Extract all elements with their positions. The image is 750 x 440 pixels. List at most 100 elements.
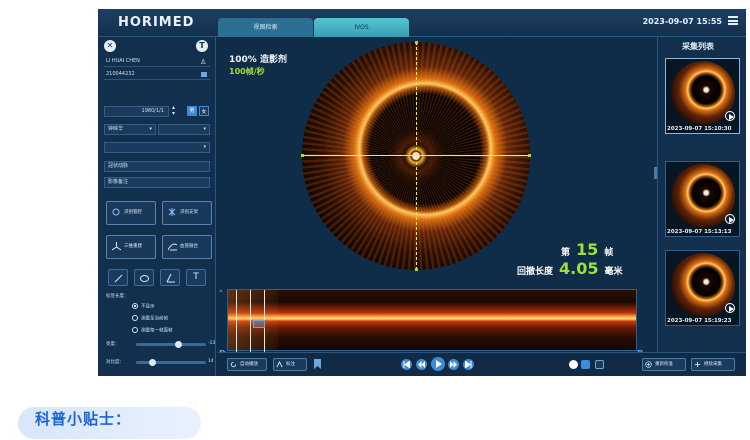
patient-panel: ✕ T LI HUAI CHEN ♙ 210044232 1980/1/1 ▴ ▾…: [98, 37, 216, 376]
measure-handle[interactable]: [301, 154, 304, 157]
view-dual-button[interactable]: [595, 360, 604, 369]
pullback-label: 回撤长度: [517, 267, 554, 277]
skip-start-button[interactable]: [401, 359, 412, 370]
secondary-select[interactable]: ▾: [158, 124, 210, 135]
gender-female-button[interactable]: 女: [199, 106, 209, 116]
label-length-title: 标签长度：: [106, 294, 129, 299]
radio-selected-icon: [132, 303, 138, 309]
play-button[interactable]: [431, 357, 445, 371]
rewind-button[interactable]: [416, 359, 427, 370]
line-tool-button[interactable]: [108, 269, 128, 286]
measure-handle[interactable]: [415, 41, 418, 44]
area-tool-button[interactable]: [134, 269, 154, 286]
ellipse-icon: [140, 275, 149, 282]
recalibrate-label: 重新校准: [655, 362, 673, 367]
brightness-slider[interactable]: [136, 341, 206, 348]
3d-reconstruct-button[interactable]: 三维重建: [106, 235, 156, 259]
capture-thumbnail[interactable]: 2023-09-07 15:10:30: [665, 58, 740, 134]
play-icon: [729, 114, 734, 120]
stent-icon: [168, 208, 176, 216]
capture-list-panel: 采集列表 2023-09-07 15:10:30 2023-09-07 15:1…: [657, 37, 746, 352]
view-single-button[interactable]: [569, 360, 578, 369]
option-measure-each[interactable]: 测量每一帧面帧: [132, 327, 173, 334]
line-icon: [114, 274, 123, 283]
imaging-main-view: 100% 造影剂 100帧/秒 第15帧 回撤长度4.05毫米 ⌃ 10 20 …: [217, 37, 657, 376]
date-stepper-icon[interactable]: ▴ ▾: [172, 105, 175, 117]
frame-readout: 第 15 帧: [561, 240, 613, 259]
frame-rate: 100帧/秒: [229, 67, 265, 76]
collapse-icon[interactable]: ⌃: [218, 289, 224, 297]
auto-play-button[interactable]: 自动播放: [227, 358, 267, 371]
play-thumbnail-button[interactable]: [725, 214, 735, 224]
play-icon: [436, 360, 442, 368]
patient-id: 210044232: [104, 69, 210, 80]
pullback-unit: 毫米: [604, 267, 623, 277]
skip-end-button[interactable]: [463, 359, 474, 370]
brightness-knob[interactable]: [175, 341, 183, 348]
frame-marker[interactable]: [250, 290, 251, 352]
vessel-fusion-button[interactable]: 血管融合: [162, 235, 212, 259]
current-datetime: 2023-09-07 15:55: [642, 17, 722, 26]
mark-icon: [276, 361, 283, 368]
refresh-icon: [230, 361, 237, 368]
recalibrate-button[interactable]: 重新校准: [642, 358, 686, 371]
measure-handle[interactable]: [415, 268, 418, 271]
lumen-detect-label: 识别管腔: [124, 210, 142, 215]
chevron-down-icon: ▾: [149, 126, 152, 132]
continue-capture-button[interactable]: 继续采集: [691, 358, 735, 371]
option-measure-current[interactable]: 测量至当前帧: [132, 315, 168, 322]
play-icon: [729, 217, 734, 223]
physician-select[interactable]: 钟映华 ▾: [104, 124, 156, 135]
info-icon[interactable]: T: [196, 40, 208, 52]
tab-image-retrieval[interactable]: 视图检索: [218, 18, 313, 37]
birth-date-field[interactable]: 1980/1/1: [104, 106, 169, 117]
tip-title: 科普小贴士：: [35, 410, 132, 428]
measure-handle[interactable]: [528, 154, 531, 157]
mark-button[interactable]: 标注: [273, 358, 307, 371]
angle-tool-button[interactable]: [160, 269, 180, 286]
rewind-icon: [418, 361, 425, 368]
text-tool-button[interactable]: T: [186, 269, 206, 286]
brightness-label: 亮度：: [106, 342, 120, 347]
play-thumbnail-button[interactable]: [725, 303, 735, 313]
skip-forward-icon: [465, 361, 472, 368]
gender-male-button[interactable]: 男: [187, 106, 197, 116]
capture-thumbnail[interactable]: 2023-09-07 15:13:13: [665, 161, 740, 237]
option-hide[interactable]: 不显示: [132, 303, 155, 310]
frame-value: 15: [576, 240, 599, 259]
frame-marker[interactable]: [236, 290, 237, 352]
option-hide-label: 不显示: [141, 304, 155, 310]
diameter-line-vertical[interactable]: [416, 42, 417, 270]
lumen-icon: [112, 208, 120, 216]
capture-list-title: 采集列表: [682, 42, 714, 51]
chevron-down-icon: ▾: [203, 126, 206, 132]
frame-label: 第: [561, 248, 571, 258]
diagnosis-field[interactable]: 冠状动脉: [104, 161, 210, 172]
fast-forward-button[interactable]: [448, 359, 459, 370]
mark-label: 标注: [286, 362, 295, 367]
close-icon[interactable]: ✕: [104, 40, 116, 52]
longitudinal-view[interactable]: [227, 289, 637, 352]
card-icon: [201, 72, 207, 77]
menu-icon[interactable]: [728, 16, 738, 25]
notes-field[interactable]: 影像备注: [104, 177, 210, 188]
continue-capture-label: 继续采集: [704, 362, 722, 367]
physician-value: 钟映华: [108, 126, 124, 132]
play-thumbnail-button[interactable]: [725, 111, 735, 121]
brightness-value: -13: [208, 341, 216, 346]
procedure-select[interactable]: ▾: [104, 142, 210, 153]
current-frame-indicator[interactable]: [253, 320, 265, 328]
angle-icon: [166, 273, 175, 283]
contrast-status: 100% 造影剂: [229, 55, 287, 65]
bookmark-icon[interactable]: [314, 359, 321, 369]
ivus-screen: HORIMED 视图检索 IVOS 2023-09-07 15:55 ✕ T L…: [98, 9, 746, 376]
patient-name: LI HUAI CHEN: [104, 56, 210, 67]
capture-thumbnail[interactable]: 2023-09-07 15:19:23: [665, 250, 740, 326]
vessel-fusion-label: 血管融合: [180, 244, 198, 249]
contrast-slider[interactable]: [136, 359, 206, 366]
contrast-knob[interactable]: [148, 359, 156, 366]
lumen-detect-button[interactable]: 识别管腔: [106, 201, 156, 225]
stent-detect-button[interactable]: 识别支架: [162, 201, 212, 225]
view-split-button[interactable]: [581, 360, 590, 369]
tab-ivos[interactable]: IVOS: [314, 18, 409, 37]
